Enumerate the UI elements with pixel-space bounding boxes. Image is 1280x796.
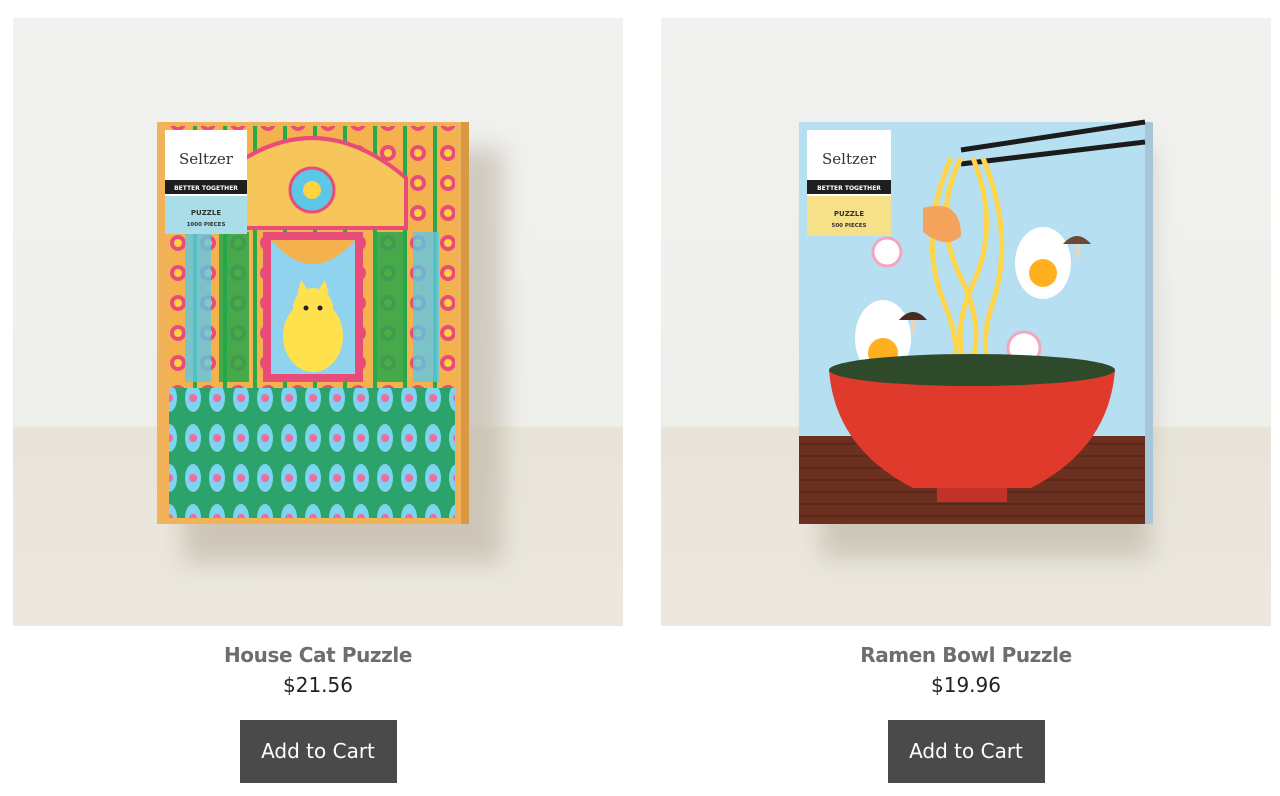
product-image-ramen-bowl[interactable]: Seltzer BETTER TOGETHER PUZZLE 500 PIECE… (661, 18, 1271, 626)
box-type: PUZZLE (834, 210, 864, 218)
box-tagline: BETTER TOGETHER (817, 185, 881, 192)
product-title[interactable]: House Cat Puzzle (13, 643, 623, 667)
product-image-house-cat[interactable]: Seltzer BETTER TOGETHER PUZZLE 1000 PIEC… (13, 18, 623, 626)
product-card: Seltzer BETTER TOGETHER PUZZLE 1000 PIEC… (13, 18, 623, 783)
product-price: $21.56 (283, 673, 353, 697)
add-to-cart-button[interactable]: Add to Cart (887, 720, 1045, 783)
box-type: PUZZLE (191, 209, 221, 217)
product-card: Seltzer BETTER TOGETHER PUZZLE 500 PIECE… (661, 18, 1271, 783)
box-brand: Seltzer (822, 150, 877, 168)
product-grid: Seltzer BETTER TOGETHER PUZZLE 1000 PIEC… (0, 0, 1280, 796)
box-pieces: 1000 PIECES (187, 222, 226, 228)
product-price: $19.96 (931, 673, 1001, 697)
add-to-cart-button[interactable]: Add to Cart (239, 720, 397, 783)
box-tagline: BETTER TOGETHER (174, 185, 238, 192)
box-pieces: 500 PIECES (832, 223, 867, 229)
product-title[interactable]: Ramen Bowl Puzzle (661, 643, 1271, 667)
box-brand: Seltzer (179, 150, 234, 168)
